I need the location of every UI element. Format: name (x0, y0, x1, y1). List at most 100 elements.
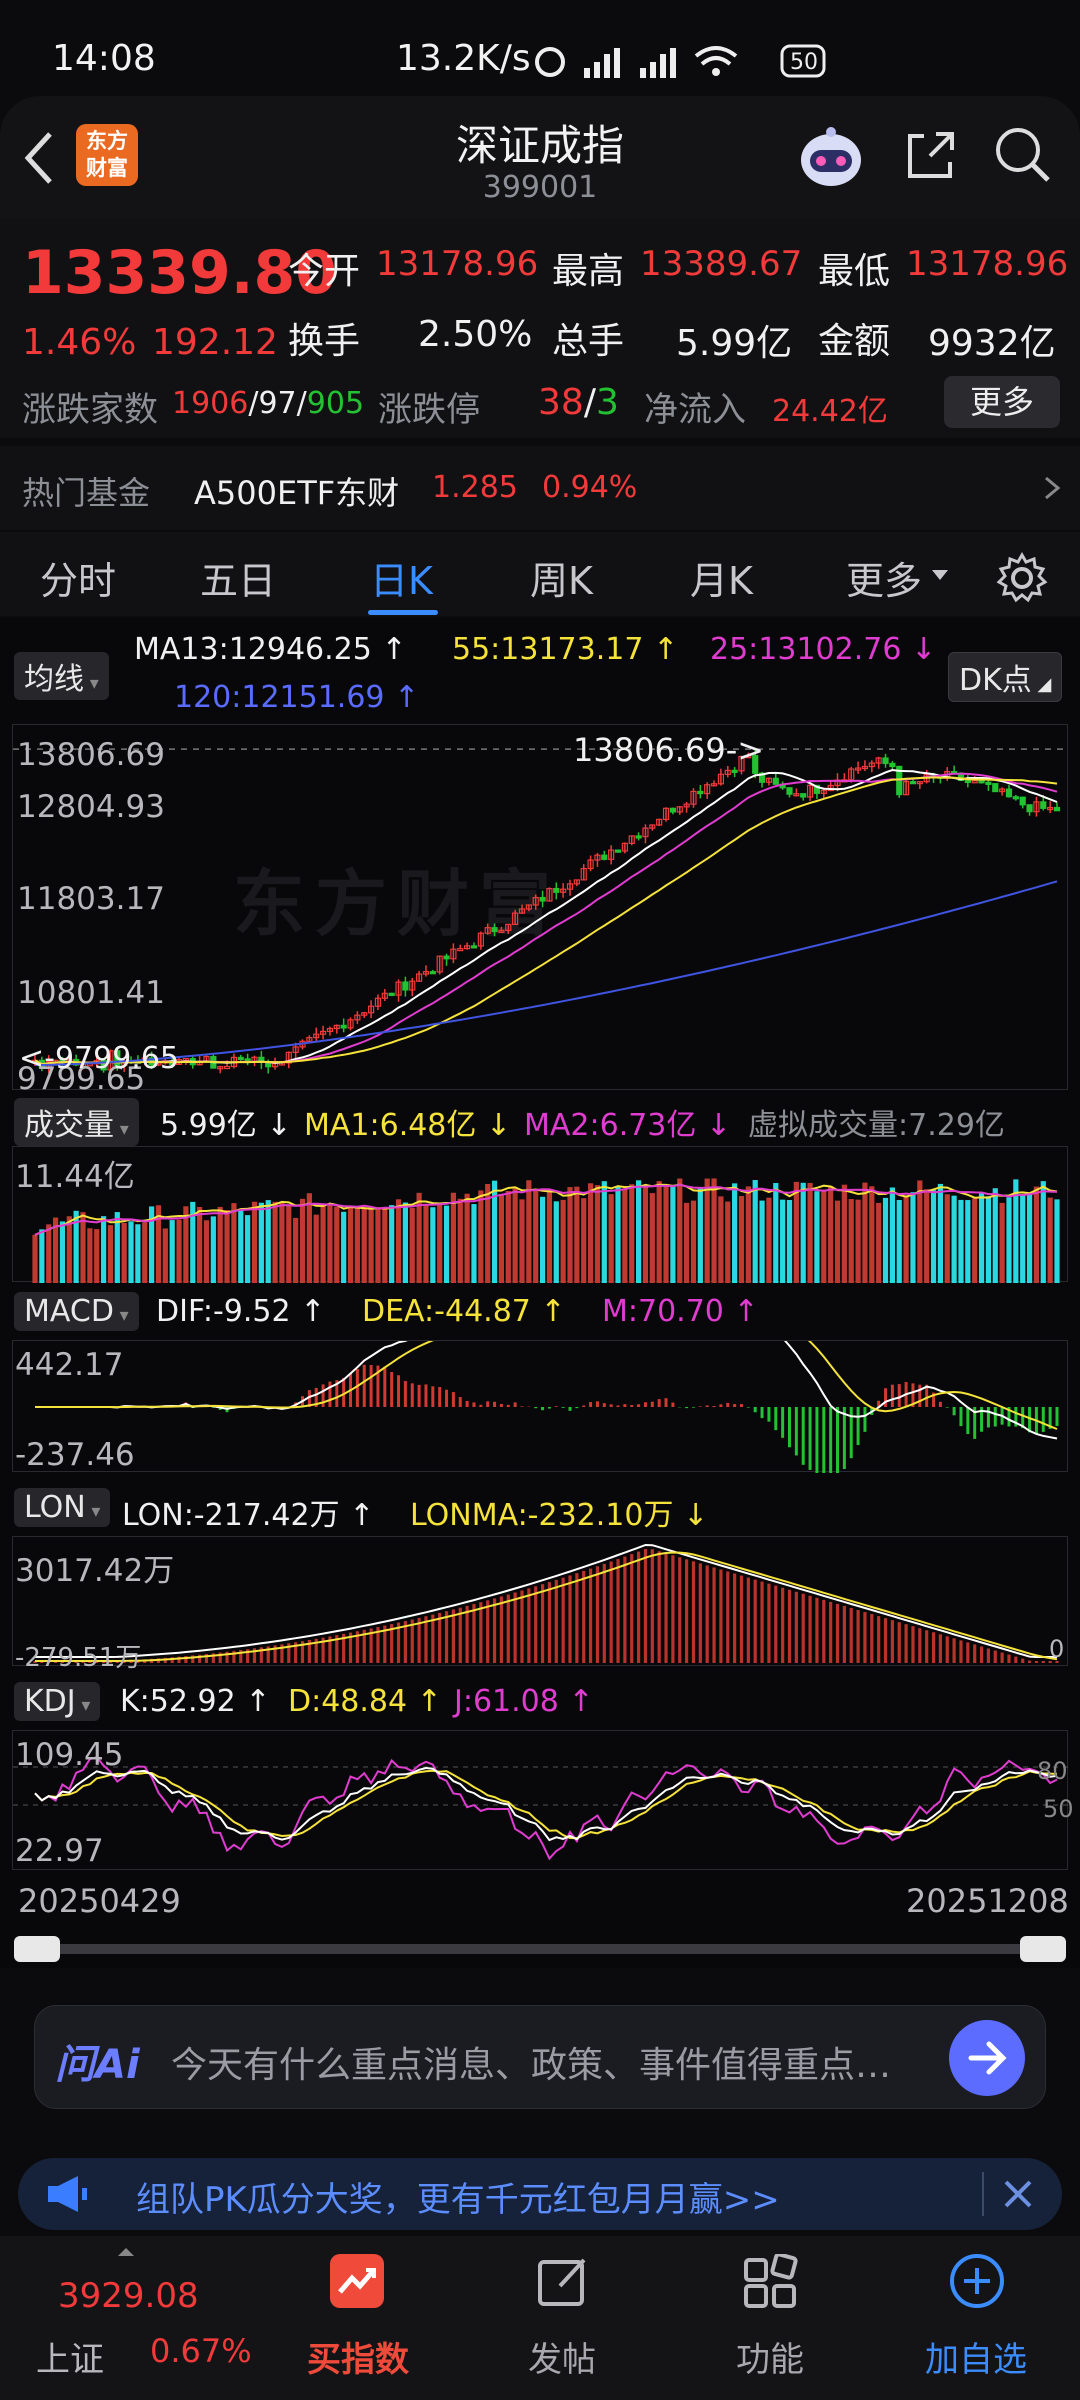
axis-label-2: 12804.93 (17, 789, 165, 825)
grid-icon[interactable] (742, 2254, 798, 2310)
down-count: 905 (306, 386, 365, 421)
send-button[interactable] (949, 2020, 1025, 2096)
kdj-select[interactable]: KDJ ▾ (14, 1682, 101, 1721)
end-date: 20251208 (906, 1882, 1069, 1920)
lon-select[interactable]: LON ▾ (14, 1488, 111, 1527)
volume-bar (965, 1200, 971, 1283)
range-track[interactable] (18, 1944, 1062, 1954)
lon-bar (719, 1569, 723, 1663)
candle-body (889, 762, 896, 768)
volume-bar (368, 1209, 374, 1283)
nav-buy-index[interactable]: 买指数 (278, 2332, 438, 2381)
volume-bar (855, 1199, 861, 1283)
candle-body (340, 1024, 347, 1029)
lon-axis-top: 3017.42万 (15, 1553, 175, 1589)
high-label: 最高 (552, 251, 625, 292)
max-price-marker: 13806.69-> (573, 731, 765, 769)
network-speed: 13.2K/s (396, 38, 531, 79)
search-icon[interactable] (992, 124, 1054, 186)
ma55-label: 55:13173.17 ↑ (452, 632, 679, 667)
sh-index-value[interactable]: 3929.08 (58, 2276, 199, 2316)
macd-bar (890, 1384, 894, 1407)
lon-bar (897, 1622, 901, 1663)
macd-bar (746, 1407, 750, 1408)
macd-bar (520, 1406, 524, 1407)
close-icon[interactable] (1000, 2176, 1036, 2212)
macd-bar (362, 1364, 366, 1407)
range-handle-right[interactable] (1020, 1936, 1066, 1962)
sh-index-name[interactable]: 上证 (36, 2332, 104, 2381)
tab-monthly-k[interactable]: 月K (690, 550, 753, 605)
range-handle-left[interactable] (14, 1936, 60, 1962)
candle-body (614, 849, 622, 853)
macd-bar (739, 1404, 743, 1407)
kdj-panel[interactable]: 109.45 22.97 80 50 (12, 1730, 1074, 1870)
volume-bar (306, 1193, 312, 1283)
volume-bar (293, 1217, 299, 1283)
macd-bar (767, 1407, 771, 1422)
gear-icon[interactable] (996, 552, 1048, 604)
ask-input[interactable]: 今天有什么重点消息、政策、事件值得重点… (171, 2036, 891, 2088)
volume-bar (1006, 1197, 1012, 1283)
virtual-volume-label: 虚拟成交量:7.29亿 (748, 1108, 1005, 1143)
volume-bar (107, 1225, 114, 1283)
nav-add-watchlist[interactable]: 加自选 (896, 2332, 1056, 2381)
macd-bar (938, 1401, 942, 1407)
volume-bar (471, 1204, 477, 1283)
lon-panel[interactable]: 3017.42万 -279.51万 0 (12, 1536, 1068, 1673)
robot-assistant-icon[interactable] (796, 124, 866, 190)
volume-bar (807, 1182, 813, 1283)
kline-panel[interactable]: 东方财富 13806.69 12804.93 11803.17 10801.41… (12, 724, 1069, 1097)
macd-bar (397, 1375, 401, 1407)
more-button[interactable]: 更多 (944, 376, 1060, 428)
promo-text[interactable]: 组队PK瓜分大奖，更有千元红包月月赢>> (136, 2172, 780, 2221)
candle-body (1012, 796, 1019, 800)
volume-bar (773, 1183, 779, 1283)
add-watchlist-icon[interactable] (948, 2252, 1006, 2310)
compose-icon[interactable] (536, 2254, 592, 2310)
macd-bar (328, 1381, 332, 1407)
nav-functions[interactable]: 功能 (690, 2332, 850, 2381)
vol-ma1-label: MA1:6.48亿 ↓ (304, 1108, 512, 1143)
share-icon[interactable] (902, 126, 960, 184)
volume-bar (917, 1180, 923, 1283)
buy-index-icon[interactable] (328, 2252, 386, 2310)
volume-bar (457, 1198, 463, 1283)
ma13-label: MA13:12946.25 ↑ (134, 632, 407, 667)
lon-bar (1034, 1661, 1039, 1663)
ma55-line (34, 776, 1058, 1066)
tab-more[interactable]: 更多 (846, 550, 922, 605)
macd-bar (712, 1405, 716, 1407)
macd-bar (582, 1405, 586, 1407)
lon-bar (492, 1598, 497, 1663)
ma-select[interactable]: 均线 ▾ (14, 652, 109, 700)
updown-label: 涨跌家数 (22, 390, 158, 430)
macd-select[interactable]: MACD ▾ (14, 1292, 139, 1331)
macd-bar (829, 1407, 833, 1473)
lon-bar (1007, 1654, 1011, 1663)
volume-bar (443, 1205, 450, 1283)
hot-fund-bar[interactable]: 热门基金 A500ETF东财 1.285 0.94% (0, 446, 1080, 530)
nav-post[interactable]: 发帖 (482, 2332, 642, 2381)
lon-bar (739, 1575, 744, 1663)
tab-five-day[interactable]: 五日 (200, 550, 276, 605)
promo-banner[interactable]: 组队PK瓜分大奖，更有千元红包月月赢>> (18, 2158, 1062, 2230)
macd-bar (355, 1369, 359, 1407)
macd-bar (390, 1371, 394, 1407)
volume-bar (958, 1199, 964, 1283)
macd-panel[interactable]: 442.17 -237.46 (12, 1340, 1068, 1473)
vol-ma2-label: MA2:6.73亿 ↓ (524, 1108, 732, 1143)
dk-point-button[interactable]: DK点 ◢ (948, 652, 1063, 702)
volume-bar (718, 1196, 724, 1283)
lon-bar (458, 1607, 462, 1663)
macd-bar (959, 1407, 963, 1427)
macd-dea-label: DEA:-44.87 ↑ (362, 1294, 566, 1329)
tab-daily-k[interactable]: 日K (370, 550, 433, 605)
volume-panel[interactable]: 11.44亿 (12, 1146, 1068, 1283)
ask-ai-bar[interactable]: 问Ai 今天有什么重点消息、政策、事件值得重点… (34, 2005, 1046, 2109)
tab-intraday[interactable]: 分时 (40, 550, 116, 605)
tab-weekly-k[interactable]: 周K (530, 550, 593, 605)
candle-body (223, 1065, 231, 1070)
fund-name[interactable]: A500ETF东财 (194, 468, 399, 514)
volume-select[interactable]: 成交量 ▾ (14, 1098, 139, 1146)
